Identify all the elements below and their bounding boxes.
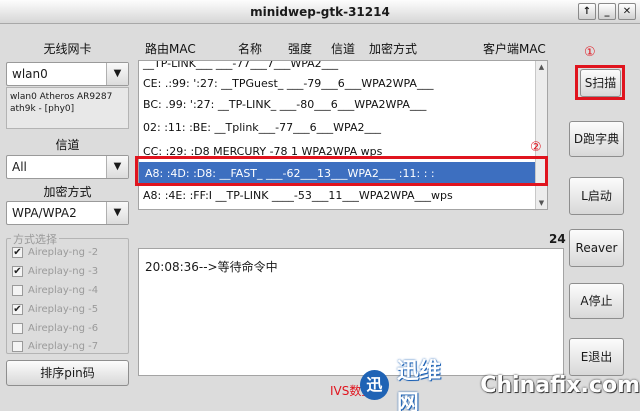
mode-checkbox-2[interactable]: ✔ Aireplay-ng -2: [12, 244, 98, 260]
watermark-cn-text: 迅维网: [396, 359, 441, 411]
table-row[interactable]: CE: .:99: ':27: __TPGuest_ ___-79___6___…: [143, 77, 433, 90]
start-button[interactable]: L启动: [569, 177, 624, 215]
interface-info-line-1: wlan0 Atheros AR9287: [10, 92, 113, 102]
channel-select[interactable]: All ▼: [6, 155, 129, 179]
mode-label: Aireplay-ng -7: [28, 340, 99, 352]
checkbox-icon[interactable]: ✔: [12, 246, 23, 258]
checkbox-icon[interactable]: [12, 284, 23, 296]
marker-two: ②: [530, 140, 542, 155]
header-name: 名称: [238, 42, 263, 56]
interface-info: wlan0 Atheros AR9287 ath9k - [phy0]: [6, 87, 129, 129]
window-up-button[interactable]: ↑: [578, 3, 596, 20]
stop-button[interactable]: A停止: [569, 283, 624, 319]
scroll-down-icon[interactable]: ▼: [536, 197, 547, 209]
highlight-box-row: [135, 156, 548, 186]
table-row[interactable]: BC: .99: ':27: __TP-LINK_ ___-80___6___W…: [143, 98, 426, 111]
dictionary-button[interactable]: D跑字典: [569, 121, 624, 157]
log-output[interactable]: 20:08:36-->等待命令中: [138, 248, 564, 376]
mode-label: Aireplay-ng -5: [28, 303, 99, 315]
mode-label: Aireplay-ng -2: [28, 246, 99, 258]
channel-select-value: All: [12, 160, 27, 174]
encryption-select-value: WPA/WPA2: [12, 206, 77, 220]
checkbox-icon[interactable]: ✔: [12, 265, 23, 277]
watermark-logo-icon: 迅: [360, 370, 389, 400]
mode-checkbox-4[interactable]: Aireplay-ng -4: [12, 282, 98, 298]
chevron-down-icon[interactable]: ▼: [106, 156, 128, 178]
header-router-mac: 路由MAC: [145, 42, 196, 56]
mode-label: Aireplay-ng -3: [28, 265, 99, 277]
mode-label: Aireplay-ng -6: [28, 322, 99, 334]
network-table[interactable]: __TP-LINK___ ___-77___7___WPA2___ CE: .:…: [138, 60, 548, 210]
mode-checkbox-5[interactable]: ✔ Aireplay-ng -5: [12, 301, 98, 317]
header-client-mac: 客户端MAC: [483, 42, 546, 56]
window-close-button[interactable]: ✕: [618, 3, 636, 20]
chevron-down-icon[interactable]: ▼: [106, 202, 128, 224]
interface-select-value: wlan0: [12, 67, 48, 81]
table-row[interactable]: A8: :4E: :FF:I __TP-LINK ____-53___11___…: [143, 189, 453, 202]
table-row[interactable]: 02: :11: :BE: __Tplink___-77___6___WPA2_…: [143, 121, 381, 134]
mode-checkbox-3[interactable]: ✔ Aireplay-ng -3: [12, 263, 98, 279]
checkbox-icon[interactable]: ✔: [12, 303, 23, 315]
header-signal: 强度: [288, 42, 313, 56]
mode-checkbox-7[interactable]: Aireplay-ng -7: [12, 338, 98, 354]
window-controls: ↑ _ ✕: [578, 3, 636, 20]
checkbox-icon[interactable]: [12, 322, 23, 334]
marker-one: ①: [584, 45, 596, 60]
interface-label: 无线网卡: [43, 42, 92, 56]
channel-label: 信道: [55, 138, 80, 152]
header-encryption: 加密方式: [369, 42, 418, 56]
watermark: 迅 迅维网 Chinafix.com: [360, 359, 640, 411]
checkbox-icon[interactable]: [12, 340, 23, 352]
scan-button[interactable]: S扫描: [580, 69, 621, 97]
mode-label: Aireplay-ng -4: [28, 284, 99, 296]
interface-info-line-2: ath9k - [phy0]: [10, 104, 75, 114]
scroll-up-icon[interactable]: ▲: [536, 61, 547, 73]
chevron-down-icon[interactable]: ▼: [106, 63, 128, 85]
encryption-label: 加密方式: [43, 185, 92, 199]
mode-checkbox-6[interactable]: Aireplay-ng -6: [12, 320, 98, 336]
network-count: 24: [549, 232, 566, 246]
window-minimize-button[interactable]: _: [598, 3, 616, 20]
interface-select[interactable]: wlan0 ▼: [6, 62, 129, 86]
window-title: minidwep-gtk-31214: [250, 5, 390, 19]
encryption-select[interactable]: WPA/WPA2 ▼: [6, 201, 129, 225]
log-line: 20:08:36-->等待命令中: [145, 260, 278, 274]
table-row[interactable]: __TP-LINK___ ___-77___7___WPA2___: [143, 61, 338, 70]
attack-mode-group: 方式选择 ✔ Aireplay-ng -2 ✔ Aireplay-ng -3 A…: [6, 231, 129, 354]
title-bar: minidwep-gtk-31214 ↑ _ ✕: [0, 0, 640, 24]
watermark-en-text: Chinafix.com: [480, 372, 640, 398]
reaver-button[interactable]: Reaver: [569, 229, 624, 267]
sort-pin-button[interactable]: 排序pin码: [6, 360, 129, 386]
header-channel: 信道: [331, 42, 356, 56]
table-scrollbar[interactable]: ▲ ▼: [535, 61, 547, 209]
